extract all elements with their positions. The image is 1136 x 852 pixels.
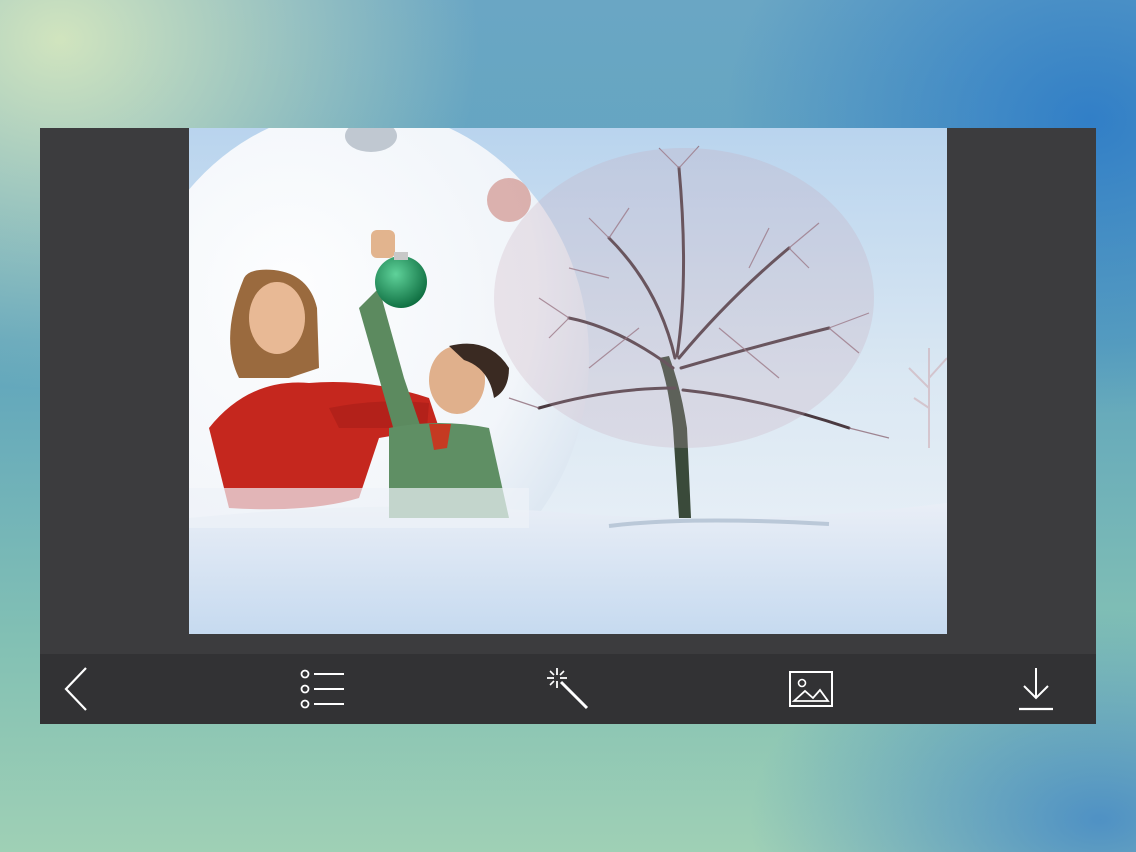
back-button[interactable] (51, 664, 101, 714)
download-button[interactable] (1011, 664, 1061, 714)
edited-photo (189, 128, 947, 634)
gallery-button[interactable] (786, 664, 836, 714)
photo-frame-canvas[interactable] (189, 128, 947, 634)
magic-wand-icon (547, 668, 589, 710)
back-chevron-icon (64, 667, 87, 711)
list-icon (300, 669, 344, 709)
effects-button[interactable] (543, 664, 593, 714)
list-button[interactable] (298, 664, 348, 714)
bottom-toolbar (40, 654, 1096, 724)
editor-panel (40, 128, 1096, 724)
image-gallery-icon (789, 671, 833, 707)
download-icon (1019, 668, 1053, 711)
